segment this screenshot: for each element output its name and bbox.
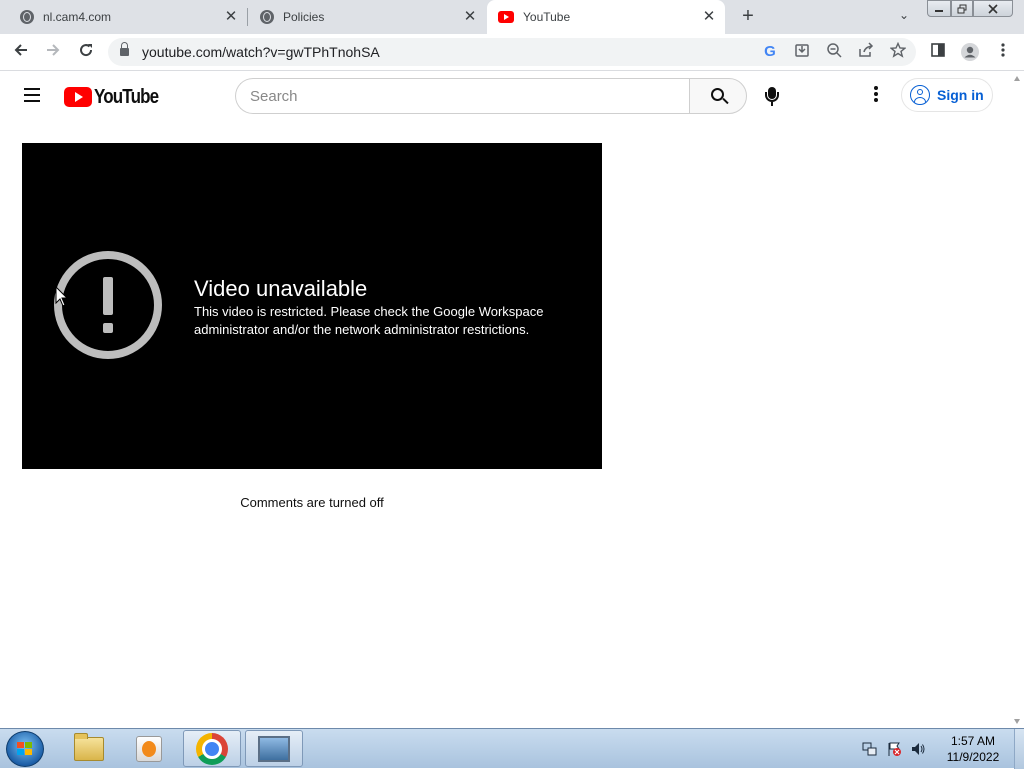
globe-icon — [20, 10, 34, 24]
system-tray — [862, 739, 926, 759]
back-arrow-icon — [14, 44, 27, 56]
tab-close-icon[interactable]: ✕ — [701, 9, 717, 25]
tab-close-icon[interactable]: ✕ — [223, 9, 239, 25]
more-vert-icon — [864, 86, 888, 102]
search-input[interactable] — [236, 79, 656, 113]
address-bar[interactable]: youtube.com/watch?v=gwTPhTnohSA G — [108, 38, 916, 66]
youtube-logo-text: YouTube — [94, 85, 159, 108]
video-player[interactable]: Video unavailable This video is restrict… — [22, 143, 602, 469]
back-button[interactable] — [11, 42, 31, 62]
reload-button[interactable] — [76, 42, 96, 62]
minimize-button[interactable] — [927, 0, 951, 17]
action-center-flag-icon[interactable] — [886, 741, 902, 757]
forward-button[interactable] — [43, 42, 63, 62]
tab-close-icon[interactable]: ✕ — [462, 9, 478, 25]
sign-in-button[interactable]: Sign in — [901, 78, 993, 112]
start-button[interactable] — [6, 731, 44, 767]
taskbar-explorer[interactable] — [60, 730, 118, 767]
youtube-header: YouTube Sign in — [0, 72, 1010, 120]
restore-button[interactable] — [951, 0, 973, 17]
close-icon — [988, 3, 998, 14]
folder-icon — [74, 732, 104, 761]
comments-status: Comments are turned off — [240, 495, 384, 510]
search-button[interactable] — [689, 78, 747, 114]
clock-time: 1:57 AM — [950, 734, 996, 748]
alert-circle-icon — [54, 251, 162, 359]
scroll-down-icon[interactable] — [1014, 719, 1020, 724]
tab-title: YouTube — [523, 10, 571, 24]
google-lens-icon[interactable]: G — [760, 42, 780, 62]
globe-icon — [260, 10, 274, 24]
account-icon — [910, 85, 930, 105]
error-title: Video unavailable — [194, 276, 368, 301]
reload-icon — [80, 44, 93, 57]
media-player-icon — [136, 735, 162, 762]
download-icon — [795, 44, 809, 57]
tab-policies[interactable]: Policies ✕ — [248, 0, 486, 34]
taskbar-image-viewer[interactable] — [245, 730, 303, 767]
voice-search-button[interactable] — [756, 80, 788, 112]
settings-menu-button[interactable] — [864, 84, 888, 108]
zoom-out-icon — [827, 43, 842, 58]
install-app-button[interactable] — [792, 42, 812, 62]
mouse-cursor-icon — [55, 286, 69, 307]
share-button[interactable] — [856, 42, 876, 62]
window-close-button[interactable] — [973, 0, 1013, 17]
browser-menu-button[interactable] — [993, 42, 1013, 62]
profile-icon — [961, 43, 979, 61]
tab-youtube[interactable]: YouTube ✕ — [487, 0, 725, 34]
youtube-logo[interactable]: YouTube — [64, 86, 170, 108]
scroll-up-icon[interactable] — [1014, 76, 1020, 81]
tab-strip: nl.cam4.com ✕ Policies ✕ YouTube ✕ + ⌄ — [0, 0, 1024, 34]
tab-search-button[interactable]: ⌄ — [896, 8, 912, 24]
menu-icon[interactable] — [24, 88, 42, 102]
zoom-button[interactable] — [824, 42, 844, 62]
window-controls — [927, 0, 1017, 18]
sign-in-label: Sign in — [937, 87, 984, 103]
forward-arrow-icon — [47, 44, 60, 56]
chrome-icon — [196, 732, 228, 765]
taskbar: 1:57 AM 11/9/2022 — [0, 728, 1024, 769]
url-text[interactable]: youtube.com/watch?v=gwTPhTnohSA — [142, 44, 380, 60]
page-scrollbar[interactable] — [1010, 72, 1024, 728]
share-icon — [859, 42, 874, 57]
youtube-icon — [498, 11, 514, 23]
bookmark-button[interactable] — [888, 41, 908, 62]
new-tab-button[interactable]: + — [738, 6, 758, 26]
lock-icon[interactable] — [120, 42, 129, 57]
restore-icon — [957, 4, 967, 13]
tab-nl-cam4[interactable]: nl.cam4.com ✕ — [0, 0, 247, 34]
volume-icon[interactable] — [910, 741, 926, 757]
system-clock[interactable]: 1:57 AM 11/9/2022 — [936, 733, 1010, 765]
windows-logo-icon — [17, 742, 33, 756]
network-icon[interactable] — [862, 741, 878, 757]
show-desktop-button[interactable] — [1014, 729, 1024, 769]
error-message: This video is restricted. Please check t… — [194, 304, 544, 337]
minimize-icon — [935, 9, 943, 12]
profile-button[interactable] — [960, 42, 980, 62]
taskbar-media-player[interactable] — [120, 730, 178, 767]
star-icon — [889, 41, 907, 58]
tab-title: nl.cam4.com — [43, 10, 112, 24]
taskbar-chrome[interactable] — [183, 730, 241, 767]
side-panel-icon — [931, 43, 945, 57]
side-panel-button[interactable] — [928, 42, 948, 62]
browser-toolbar: youtube.com/watch?v=gwTPhTnohSA G — [0, 34, 1024, 71]
tab-title: Policies — [283, 10, 325, 24]
search-box — [235, 78, 690, 114]
youtube-play-icon — [64, 87, 92, 107]
picture-icon — [258, 735, 290, 762]
kebab-menu-icon — [1001, 43, 1005, 57]
clock-date: 11/9/2022 — [946, 750, 1000, 764]
